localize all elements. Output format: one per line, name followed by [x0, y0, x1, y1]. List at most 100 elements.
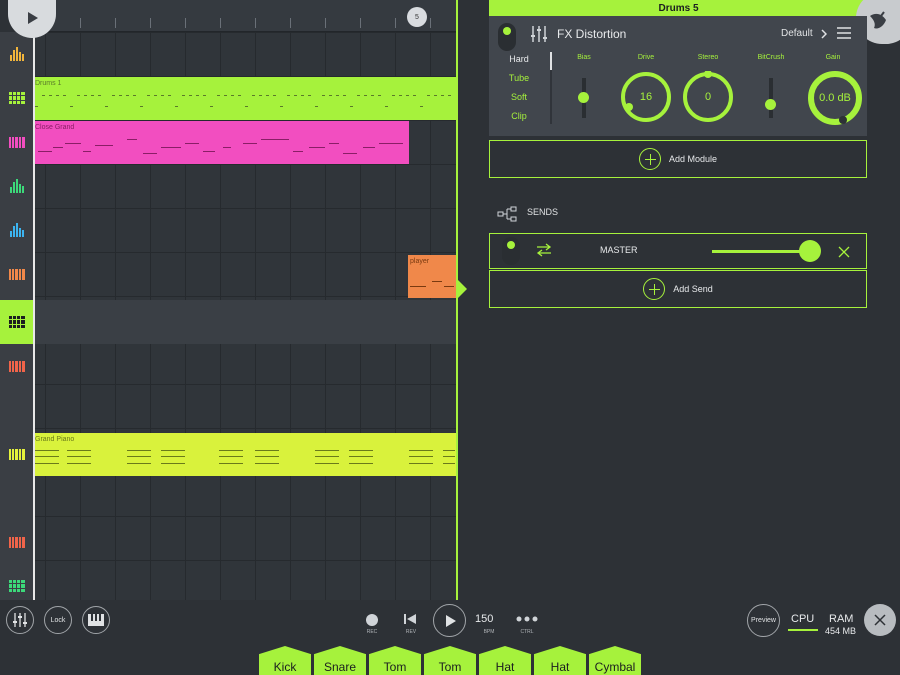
drum-bars-icon [9, 47, 24, 61]
add-send-label: Add Send [673, 284, 713, 294]
track-4[interactable] [0, 164, 33, 208]
clip-label: Drums 1 [35, 80, 62, 87]
add-module-button[interactable]: Add Module [489, 140, 867, 178]
clip-player[interactable]: player [408, 255, 457, 298]
fx-distortion-module: FX Distortion Default Hard Tube Soft Cli… [489, 16, 867, 136]
mixer-button[interactable] [6, 606, 34, 634]
play-transport-button[interactable] [433, 604, 466, 637]
close-icon [874, 614, 886, 626]
preview-label: Preview [751, 617, 776, 624]
send-row-master: MASTER [489, 233, 867, 269]
clip-label: Grand Piano [35, 436, 75, 443]
stereo-label: Stereo [697, 54, 719, 61]
mode-scrollbar [550, 52, 552, 124]
drive-value: 16 [639, 91, 653, 103]
gain-knob[interactable]: 0.0 dB [807, 70, 863, 126]
close-button[interactable] [864, 604, 896, 636]
timeline-ruler[interactable] [33, 0, 457, 32]
record-button[interactable] [366, 614, 378, 626]
drum-pads-icon [8, 92, 25, 104]
add-module-label: Add Module [668, 154, 718, 164]
cpu-meter [788, 629, 818, 631]
clip-close-grand[interactable]: Close Grand [33, 121, 409, 164]
rewind-icon[interactable] [403, 613, 417, 625]
preview-button[interactable]: Preview [747, 604, 780, 637]
lock-button[interactable]: Lock [44, 606, 72, 634]
play-icon [445, 614, 456, 627]
drum-bars-icon [9, 223, 24, 237]
ram-label: RAM [829, 613, 854, 625]
mode-hard[interactable]: Hard [499, 54, 539, 64]
bias-slider-thumb[interactable] [578, 92, 589, 103]
rewind-label: REV [405, 629, 417, 635]
selected-track-pointer [457, 279, 467, 299]
send-power-toggle[interactable] [502, 237, 520, 265]
clip-drums-1[interactable]: Drums 1 [33, 77, 457, 120]
cpu-label: CPU [791, 613, 815, 625]
track-1[interactable] [0, 32, 33, 76]
module-power-toggle[interactable] [498, 23, 516, 51]
piano-keys-icon [8, 268, 25, 280]
sends-routing-icon [497, 206, 517, 222]
bpm-value[interactable]: 150 [475, 613, 493, 625]
drum-pads-icon [8, 316, 25, 328]
ram-value: 454 MB [825, 626, 857, 636]
sends-title: SENDS [527, 207, 559, 217]
mode-clip[interactable]: Clip [499, 111, 539, 121]
clip-label: Close Grand [35, 124, 75, 131]
chevron-right-icon[interactable] [821, 29, 827, 39]
panel-divider [456, 0, 458, 600]
add-send-button[interactable]: Add Send [489, 270, 867, 308]
bitcrush-slider-thumb[interactable] [765, 99, 776, 110]
send-target-name: MASTER [600, 245, 638, 255]
track-3[interactable] [0, 120, 33, 164]
track-9[interactable] [0, 432, 33, 476]
stereo-value: 0 [704, 91, 712, 103]
arrangement-timeline[interactable]: Drums 1 Close Grand player Grand Piano 5 [33, 0, 457, 600]
bitcrush-slider[interactable] [769, 78, 773, 118]
close-icon[interactable] [838, 246, 850, 258]
fruit-logo-icon [870, 11, 886, 29]
mixer-icon [531, 26, 547, 42]
clip-grand-piano[interactable]: Grand Piano [33, 433, 457, 476]
send-level-thumb[interactable] [799, 240, 821, 262]
track-10[interactable] [0, 520, 33, 564]
loop-marker[interactable]: 5 [407, 7, 427, 27]
add-icon [638, 148, 661, 170]
bias-label: Bias [577, 54, 591, 61]
bitcrush-label: BitCrush [757, 54, 785, 61]
channel-title: Drums 5 [489, 0, 868, 16]
track-8[interactable] [0, 344, 33, 388]
track-5[interactable] [0, 208, 33, 252]
play-button[interactable] [18, 4, 46, 32]
playhead[interactable] [33, 30, 35, 600]
clip-label: player [410, 258, 430, 265]
drum-pads-icon [8, 580, 25, 592]
mixer-icon [13, 613, 27, 627]
gain-value: 0.0 dB [819, 92, 851, 104]
drum-bars-icon [9, 179, 24, 193]
menu-icon[interactable] [837, 27, 851, 39]
track-6[interactable] [0, 252, 33, 296]
mode-soft[interactable]: Soft [499, 92, 539, 102]
lock-label: Lock [50, 616, 66, 624]
preset-selector[interactable]: Default [781, 28, 813, 39]
bpm-label: BPM [483, 629, 495, 635]
piano-keys-icon [8, 448, 25, 460]
keyboard-button[interactable] [82, 606, 110, 634]
module-title: FX Distortion [557, 27, 627, 41]
track-7[interactable] [0, 300, 33, 344]
drive-knob[interactable]: 16 [620, 71, 672, 123]
track-2[interactable] [0, 76, 33, 120]
swap-icon[interactable] [536, 243, 552, 257]
send-level-slider[interactable] [712, 250, 808, 253]
more-icon[interactable] [516, 616, 538, 622]
ctrl-label: CTRL [520, 629, 534, 635]
drive-label: Drive [637, 54, 655, 61]
gain-label: Gain [825, 54, 841, 61]
play-icon [28, 12, 38, 24]
track-list [0, 32, 33, 600]
mode-tube[interactable]: Tube [499, 73, 539, 83]
stereo-knob[interactable]: 0 [682, 70, 734, 123]
piano-keys-icon [8, 136, 25, 148]
